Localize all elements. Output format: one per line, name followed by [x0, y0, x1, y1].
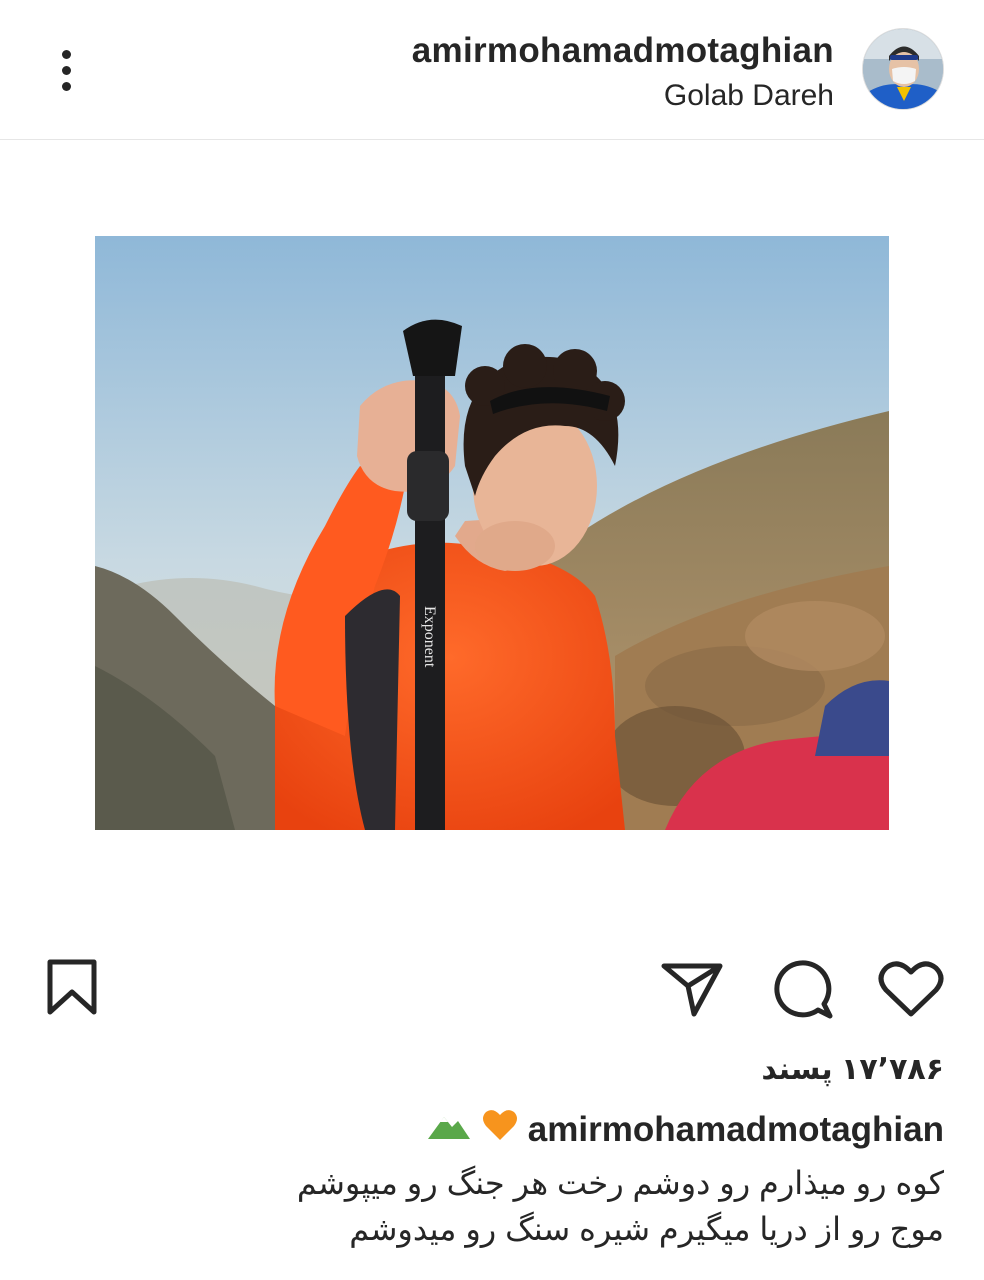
dot [61, 49, 71, 59]
user-info: amirmohamadmotaghian Golab Dareh [412, 30, 834, 116]
comment-icon[interactable] [772, 958, 834, 1025]
bookmark-icon[interactable] [44, 958, 100, 1021]
likes-label: پسند [761, 1053, 833, 1086]
dot [61, 65, 71, 75]
pole-brand-text: Exponent [421, 606, 438, 668]
dot [61, 81, 71, 91]
hiker-photo: Exponent [95, 236, 889, 830]
caption-header: amirmohamadmotaghian [426, 1108, 944, 1151]
post-header: amirmohamadmotaghian Golab Dareh [0, 0, 984, 140]
location-link[interactable]: Golab Dareh [412, 76, 834, 116]
orange-heart-icon [482, 1108, 518, 1151]
share-icon[interactable] [660, 958, 724, 1023]
likes-number: ۱۷٬۷۸۶ [841, 1053, 944, 1086]
username-link[interactable]: amirmohamadmotaghian [412, 30, 834, 72]
action-bar [0, 950, 984, 1030]
more-options-icon[interactable] [40, 40, 92, 100]
avatar[interactable] [862, 28, 944, 110]
avatar-image [863, 29, 943, 109]
caption-line: کوه رو میذارم رو دوشم رخت هر جنگ رو میپو… [296, 1165, 944, 1201]
caption-line: موج رو از دریا میگیرم شیره سنگ رو میدوشم [349, 1211, 944, 1247]
mountain-icon [426, 1110, 472, 1150]
caption-username[interactable]: amirmohamadmotaghian [528, 1110, 944, 1150]
like-heart-icon[interactable] [878, 958, 944, 1023]
likes-count[interactable]: ۱۷٬۷۸۶ پسند [761, 1052, 944, 1087]
post-image[interactable]: Exponent [95, 236, 889, 830]
caption-text: کوه رو میذارم رو دوشم رخت هر جنگ رو میپو… [44, 1160, 944, 1252]
